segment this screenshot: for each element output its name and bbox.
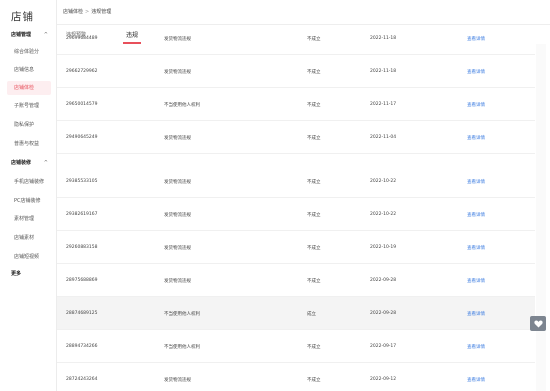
chevron-up-icon: ^ [43, 32, 48, 38]
violation-reason: 不当使用他人权利 [164, 312, 200, 317]
violation-result: 成立 [307, 312, 316, 317]
violation-id: 29662729962 [66, 69, 98, 74]
chevron-up-icon: ^ [43, 160, 48, 166]
violation-id: 28724243264 [66, 377, 98, 382]
sidebar-more[interactable]: 更多 [0, 267, 57, 281]
violation-date: 2022-11-18 [370, 36, 397, 41]
scrollbar-track[interactable] [536, 44, 546, 391]
view-details-link[interactable]: 查看详情 [467, 212, 485, 218]
violation-date: 2022-09-17 [370, 344, 397, 349]
heart-icon-glyph [533, 320, 543, 328]
view-details-link[interactable]: 查看详情 [467, 377, 485, 383]
table-row: 29699684489 发货物流违规 不成立 2022-11-18 查看详情 [57, 33, 535, 55]
violation-reason: 发货物流违规 [164, 246, 191, 251]
view-details-link[interactable]: 查看详情 [467, 344, 485, 350]
sidebar-item-experience-score[interactable]: 综合体验分 [0, 45, 57, 59]
table-row: 28874689125 不当使用他人权利 成立 2022-09-28 查看详情 [57, 297, 535, 330]
view-details-link[interactable]: 查看详情 [467, 278, 485, 284]
table-row: 28724243264 发货物流违规 不成立 2022-09-12 查看详情 [57, 363, 535, 391]
sidebar-group-label: 店铺管理 [11, 32, 32, 38]
violation-id: 29650014579 [66, 102, 98, 107]
view-details-link[interactable]: 查看详情 [467, 69, 485, 75]
breadcrumb-separator: > [85, 9, 90, 15]
view-details-link[interactable]: 查看详情 [467, 311, 485, 317]
violation-result: 不成立 [307, 345, 321, 350]
violation-reason: 发货物流违规 [164, 37, 191, 42]
violation-result: 不成立 [307, 279, 321, 284]
app-title: 店铺 [11, 11, 34, 23]
sidebar-item-sub-accounts[interactable]: 子账号管理 [0, 99, 57, 113]
sidebar-item-pc-decoration[interactable]: PC店铺装修 [0, 194, 57, 208]
view-details-link[interactable]: 查看详情 [467, 179, 485, 185]
sidebar-item-mobile-decoration[interactable]: 手机店铺装修 [0, 175, 57, 189]
view-details-link[interactable]: 查看详情 [467, 36, 485, 42]
table-row: 29260883158 发货物流违规 不成立 2022-10-19 查看详情 [57, 231, 535, 264]
table-row: 29662729962 发货物流违规 不成立 2022-11-18 查看详情 [57, 55, 535, 88]
violation-id: 29385533105 [66, 179, 98, 184]
violation-result: 不成立 [307, 213, 321, 218]
violation-id: 28894734266 [66, 344, 98, 349]
table-row: 29382619167 发货物流违规 不成立 2022-10-22 查看详情 [57, 198, 535, 231]
violation-reason: 发货物流违规 [164, 279, 191, 284]
violation-id: 29260883158 [66, 245, 98, 250]
view-details-link[interactable]: 查看详情 [467, 102, 485, 108]
violation-date: 2022-11-04 [370, 135, 397, 140]
violation-id: 28975688869 [66, 278, 98, 283]
sidebar-item-short-video[interactable]: 店铺短视频 [0, 250, 57, 264]
sidebar: 店铺 店铺管理 ^ 综合体验分 店铺信息 店铺体检 子账号管理 隐私保护 普惠与… [0, 0, 57, 391]
violation-date: 2022-11-17 [370, 102, 397, 107]
sidebar-group-shop-decoration[interactable]: 店铺装修 ^ [0, 156, 57, 170]
sidebar-item-material-management[interactable]: 素材管理 [0, 212, 57, 226]
violation-reason: 发货物流违规 [164, 180, 191, 185]
view-details-link[interactable]: 查看详情 [467, 135, 485, 141]
violation-reason: 不当使用他人权利 [164, 103, 200, 108]
sidebar-item-privacy[interactable]: 隐私保护 [0, 118, 57, 132]
sidebar-item-shop-material[interactable]: 店铺素材 [0, 231, 57, 245]
sidebar-item-shop-checkup[interactable]: 店铺体检 [7, 81, 51, 95]
violation-date: 2022-10-19 [370, 245, 397, 250]
violation-result: 不成立 [307, 136, 321, 141]
violation-reason: 发货物流违规 [164, 378, 191, 383]
violation-date: 2022-10-22 [370, 179, 397, 184]
table-row: 28894734266 不当使用他人权利 不成立 2022-09-17 查看详情 [57, 330, 535, 363]
violation-date: 2022-09-28 [370, 311, 397, 316]
topbar: 店铺体检 > 违规管理 [57, 0, 550, 25]
heart-icon[interactable] [530, 316, 546, 331]
violation-date: 2022-09-28 [370, 278, 397, 283]
sidebar-group-label: 店铺装修 [11, 160, 32, 166]
violation-reason: 发货物流违规 [164, 70, 191, 75]
table-row: 28975688869 发货物流违规 不成立 2022-09-28 查看详情 [57, 264, 535, 297]
violation-result: 不成立 [307, 180, 321, 185]
violation-result: 不成立 [307, 37, 321, 42]
sidebar-item-shop-info[interactable]: 店铺信息 [0, 63, 57, 77]
violation-id: 28874689125 [66, 311, 98, 316]
violation-date: 2022-10-22 [370, 212, 397, 217]
violation-date: 2022-09-12 [370, 377, 397, 382]
violation-reason: 发货物流违规 [164, 213, 191, 218]
violation-result: 不成立 [307, 378, 321, 383]
violation-id: 29699684489 [66, 36, 98, 41]
table-row: 29385533105 发货物流违规 不成立 2022-10-22 查看详情 [57, 165, 535, 198]
violation-result: 不成立 [307, 246, 321, 251]
breadcrumb: 店铺体检 > 违规管理 [63, 8, 111, 15]
violation-reason: 发货物流违规 [164, 136, 191, 141]
violation-reason: 不当使用他人权利 [164, 345, 200, 350]
table-row: 29490645249 发货物流违规 不成立 2022-11-04 查看详情 [57, 121, 535, 154]
violation-id: 29382619167 [66, 212, 98, 217]
view-details-link[interactable]: 查看详情 [467, 245, 485, 251]
sidebar-item-benefits[interactable]: 普惠与权益 [0, 137, 57, 151]
breadcrumb-current: 违规管理 [91, 9, 112, 15]
violation-date: 2022-11-18 [370, 69, 397, 74]
table-row: 29650014579 不当使用他人权利 不成立 2022-11-17 查看详情 [57, 88, 535, 121]
sidebar-group-shop-management[interactable]: 店铺管理 ^ [0, 28, 57, 42]
violation-id: 29490645249 [66, 135, 98, 140]
violation-result: 不成立 [307, 103, 321, 108]
violation-result: 不成立 [307, 70, 321, 75]
breadcrumb-parent[interactable]: 店铺体检 [63, 9, 83, 15]
